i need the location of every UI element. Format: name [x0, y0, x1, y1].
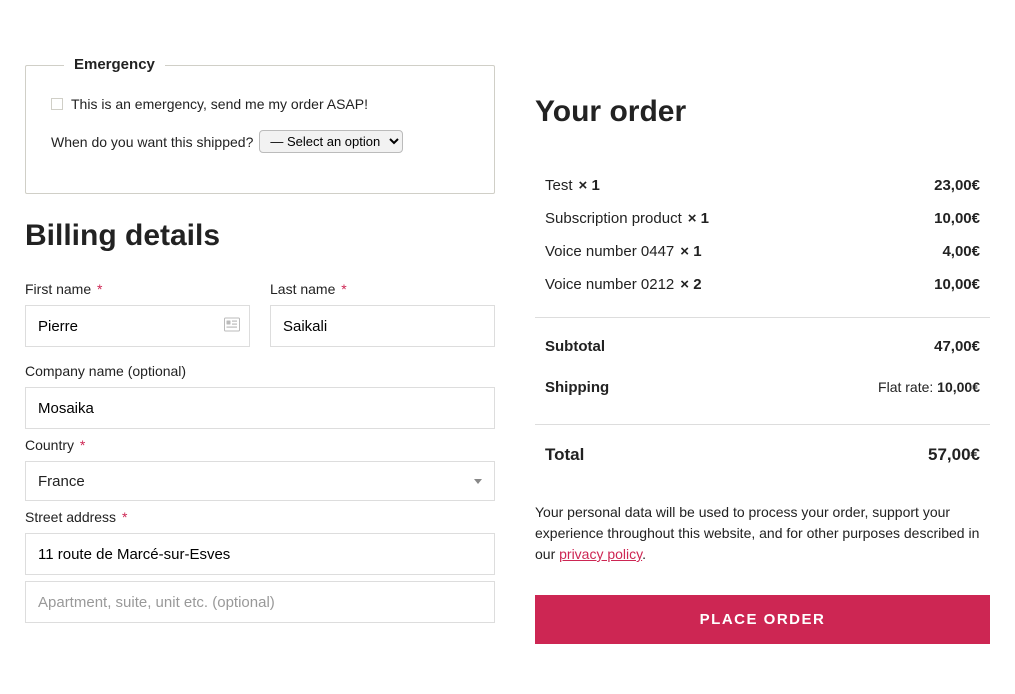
item-qty: × 1	[688, 210, 709, 227]
street-input[interactable]	[25, 533, 495, 575]
emergency-checkbox[interactable]	[51, 98, 63, 110]
last-name-input[interactable]	[270, 305, 495, 347]
divider	[535, 424, 990, 425]
subtotal-label: Subtotal	[545, 338, 605, 355]
required-mark: *	[80, 437, 85, 453]
privacy-policy-link[interactable]: privacy policy	[559, 546, 642, 562]
item-name: Test	[545, 177, 573, 194]
emergency-checkbox-row[interactable]: This is an emergency, send me my order A…	[51, 96, 469, 112]
order-heading: Your order	[535, 95, 990, 129]
privacy-disclaimer: Your personal data will be used to proce…	[535, 502, 990, 565]
last-name-label: Last name	[270, 281, 335, 297]
country-value: France	[38, 473, 85, 490]
total-value: 57,00€	[928, 445, 980, 465]
item-price: 10,00€	[934, 276, 980, 293]
place-order-button[interactable]: PLACE ORDER	[535, 595, 990, 644]
required-mark: *	[341, 281, 346, 297]
company-input[interactable]	[25, 387, 495, 429]
country-select[interactable]: France	[25, 461, 495, 501]
street-label: Street address	[25, 509, 116, 525]
chevron-down-icon	[474, 479, 482, 484]
shipping-rate: Flat rate: 10,00€	[878, 379, 980, 396]
item-qty: × 2	[680, 276, 701, 293]
apartment-input[interactable]	[25, 581, 495, 623]
emergency-legend: Emergency	[64, 56, 165, 73]
divider	[535, 317, 990, 318]
item-name: Voice number 0447	[545, 243, 674, 260]
first-name-label: First name	[25, 281, 91, 297]
order-line: Subscription product × 1 10,00€	[545, 202, 980, 235]
subtotal-value: 47,00€	[934, 338, 980, 355]
item-name: Voice number 0212	[545, 276, 674, 293]
order-line: Voice number 0447 × 1 4,00€	[545, 235, 980, 268]
contact-card-icon	[224, 318, 240, 335]
emergency-fieldset: Emergency This is an emergency, send me …	[25, 65, 495, 194]
billing-heading: Billing details	[25, 219, 495, 253]
item-qty: × 1	[680, 243, 701, 260]
item-qty: × 1	[579, 177, 600, 194]
shipping-label: Shipping	[545, 379, 609, 396]
item-price: 10,00€	[934, 210, 980, 227]
total-label: Total	[545, 445, 584, 465]
order-line: Voice number 0212 × 2 10,00€	[545, 268, 980, 301]
ship-question-label: When do you want this shipped?	[51, 134, 253, 150]
item-price: 4,00€	[942, 243, 980, 260]
item-price: 23,00€	[934, 177, 980, 194]
ship-date-select[interactable]: — Select an option	[259, 130, 403, 153]
first-name-input[interactable]	[25, 305, 250, 347]
required-mark: *	[122, 509, 127, 525]
company-label: Company name (optional)	[25, 363, 186, 379]
order-line: Test × 1 23,00€	[545, 169, 980, 202]
item-name: Subscription product	[545, 210, 682, 227]
emergency-checkbox-label: This is an emergency, send me my order A…	[71, 96, 368, 112]
required-mark: *	[97, 281, 102, 297]
country-label: Country	[25, 437, 74, 453]
